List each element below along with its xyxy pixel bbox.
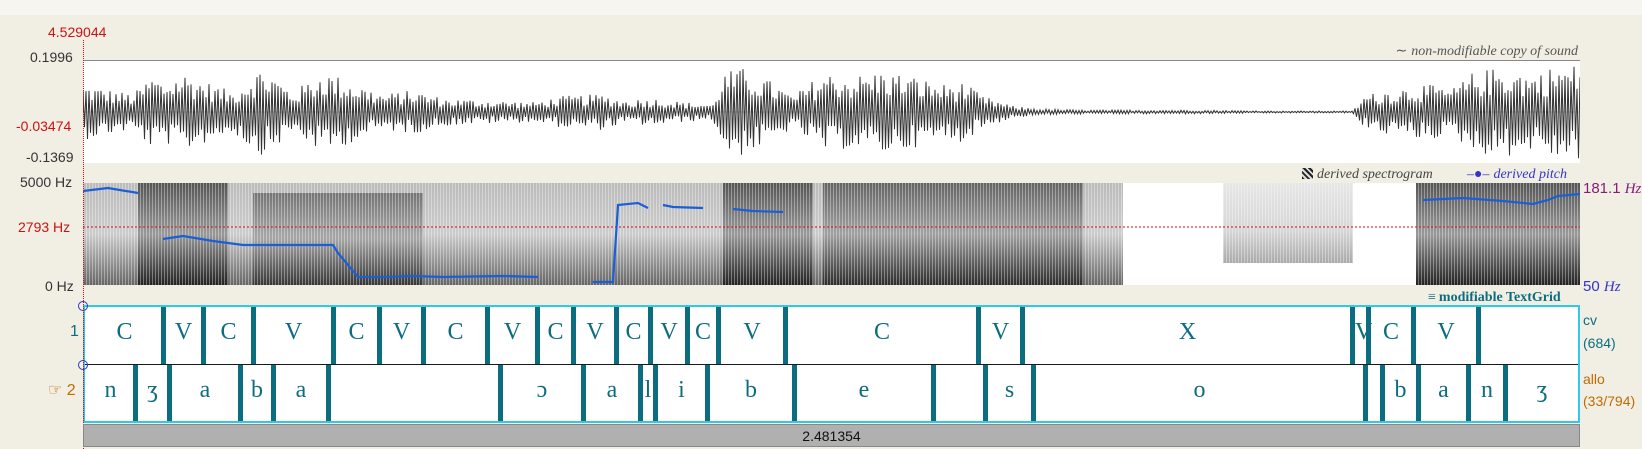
tier-2-number: 2 [66, 382, 76, 399]
pitch-top-unit: Hz [1624, 181, 1642, 197]
tier-1-count: (684) [1583, 335, 1616, 351]
pitch-caption: –●– derived pitch [1467, 167, 1567, 183]
spectrogram-plot [82, 183, 1581, 285]
tier-2-interval-label[interactable]: o [1036, 377, 1363, 404]
tier-2-interval-label[interactable]: ʒ [138, 377, 167, 404]
tier-1-interval-label[interactable]: C [206, 319, 251, 346]
tier-1-interval-label[interactable]: V [1355, 319, 1372, 346]
textgrid-icon: ≡ [1428, 290, 1436, 305]
tier-1-interval-label[interactable]: V [653, 319, 685, 346]
spectrogram-swatch-icon [1302, 168, 1313, 179]
tier-2-interval-label[interactable]: n [1471, 377, 1503, 404]
tier-1-interval-label[interactable]: C [788, 319, 976, 346]
tier-1-interval-label[interactable]: C [426, 319, 485, 346]
visible-duration-bar[interactable]: 2.481354 [83, 424, 1580, 447]
tier-2-number-wrap[interactable]: ☞ 2 [48, 380, 76, 400]
tier-1-interval-label[interactable]: C [88, 319, 161, 346]
tier-1-interval-label[interactable]: V [576, 319, 614, 346]
tier-2-interval-label[interactable]: ɔ [503, 377, 581, 404]
tier-2-interval-label[interactable]: e [797, 377, 931, 404]
duration-label: 2.481354 [802, 428, 861, 444]
praat-editor-window: 4.529044 0.1996 -0.03474 -0.1369 ∼ non-mo… [0, 0, 1642, 449]
tier-1-interval-label[interactable]: V [382, 319, 421, 346]
spectrogram-bottom-label: 0 Hz [45, 278, 74, 294]
pitch-bottom-value: 50 [1583, 278, 1600, 295]
waveform-max-label: 0.1996 [30, 49, 73, 65]
waveform-cursor-value: -0.03474 [16, 118, 72, 134]
tier-1-interval-label[interactable]: V [981, 319, 1020, 346]
waveform-caption: ∼ non-modifiable copy of sound [1395, 43, 1578, 60]
tier-1-name: cv [1583, 312, 1597, 328]
tier-1-interval-label[interactable]: C [540, 319, 571, 346]
tier-1-interval-label[interactable]: V [166, 319, 201, 346]
tier-1-number[interactable]: 1 [70, 323, 79, 341]
waveform-caption-text: non-modifiable copy of sound [1411, 44, 1578, 59]
tier-2-interval-label[interactable]: s [988, 377, 1031, 404]
tier-1-interval-label[interactable]: C [619, 319, 648, 346]
tier-1[interactable]: CVCVCVCVCVCVCVCVXVCV [85, 307, 1578, 364]
tier-2-count: (33/794) [1583, 393, 1636, 409]
time-cursor[interactable] [83, 40, 84, 449]
tier-1-interval-label[interactable]: C [690, 319, 716, 346]
tier-1-interval-label[interactable]: V [721, 319, 783, 346]
spectrogram-top-label: 5000 Hz [20, 174, 73, 190]
tier-2-name: allo [1583, 371, 1605, 387]
tier-2-interval-label[interactable]: b [243, 377, 271, 404]
cursor-time-label: 4.529044 [48, 24, 107, 40]
tier-1-interval-label[interactable]: V [1416, 319, 1476, 346]
tier-2-interval-label[interactable]: i [658, 377, 705, 404]
tier-2-interval-label[interactable]: ʒ [1508, 377, 1576, 404]
tier-2-boundary[interactable] [931, 365, 936, 421]
tilde-icon: ∼ [1395, 44, 1408, 59]
pitch-top-label: 181.1 Hz [1583, 180, 1641, 198]
tier-2-interval-label[interactable]: a [1421, 377, 1466, 404]
tier-2-interval-label[interactable]: n [88, 377, 133, 404]
tier-1-interval-label[interactable]: V [490, 319, 535, 346]
tier-1-interval-label[interactable]: V [256, 319, 331, 346]
pitch-line-icon: –●– [1467, 167, 1490, 182]
textgrid-caption: ≡ modifiable TextGrid [1428, 290, 1561, 306]
pointing-hand-icon: ☞ [48, 382, 63, 399]
waveform-min-label: -0.1369 [26, 149, 74, 165]
spectrogram-panel[interactable] [82, 183, 1581, 285]
tier-2-interval-label[interactable]: a [276, 377, 326, 404]
pitch-caption-text: derived pitch [1493, 167, 1567, 182]
waveform-trace [82, 66, 1581, 159]
pitch-bottom-unit: Hz [1603, 279, 1621, 295]
tier-1-boundary[interactable] [1476, 307, 1481, 364]
tier-2-interval-label[interactable]: a [586, 377, 638, 404]
spectrogram-texture [83, 183, 1580, 285]
tier-2-boundary[interactable] [326, 365, 331, 421]
pitch-bottom-label: 50 Hz [1583, 278, 1621, 296]
waveform-panel[interactable] [82, 60, 1581, 163]
tier-2-interval-label[interactable]: b [1385, 377, 1416, 404]
pitch-top-value: 181.1 [1583, 180, 1621, 197]
waveform-plot [82, 66, 1581, 159]
window-top-strip [0, 0, 1642, 15]
textgrid-caption-text: modifiable TextGrid [1438, 290, 1561, 305]
tier-2-interval-label[interactable]: b [710, 377, 792, 404]
tier-2[interactable]: nʒabaɔalibesobanʒ [85, 365, 1578, 421]
spectrogram-cursor-label: 2793 Hz [18, 219, 71, 235]
tier-2-boundary[interactable] [1363, 365, 1368, 421]
spectrogram-caption-text: derived spectrogram [1317, 167, 1433, 182]
tier-1-interval-label[interactable]: C [336, 319, 377, 346]
textgrid-panel[interactable]: CVCVCVCVCVCVCVCVXVCV nʒabaɔalibesobanʒ [83, 305, 1580, 423]
tier-1-interval-label[interactable]: C [1371, 319, 1411, 346]
tier-2-interval-label[interactable]: a [172, 377, 238, 404]
tier-1-interval-label[interactable]: X [1025, 319, 1350, 346]
tier-2-interval-label[interactable]: l [643, 377, 653, 404]
spectrogram-caption: derived spectrogram [1302, 167, 1433, 183]
